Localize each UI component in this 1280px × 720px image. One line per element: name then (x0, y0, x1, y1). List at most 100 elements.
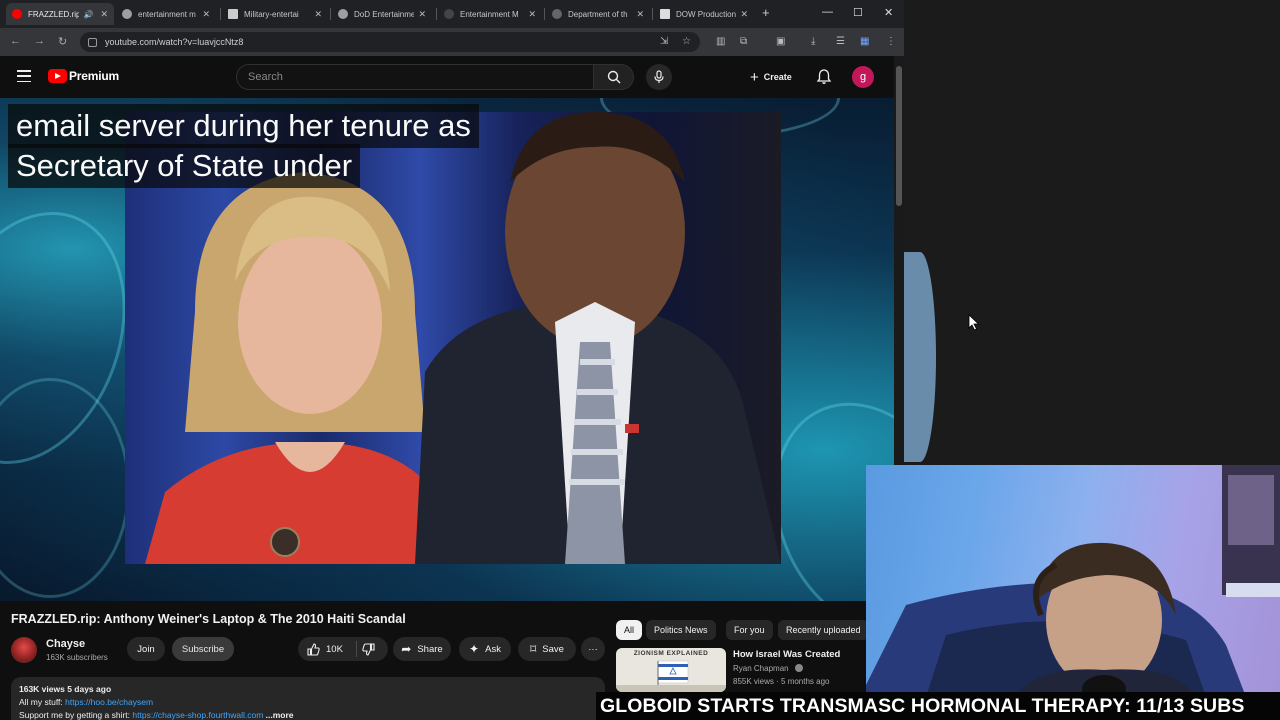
chip-all[interactable]: All (616, 620, 643, 640)
install-app-icon[interactable]: ⇲ (660, 36, 668, 47)
download-icon[interactable]: ⤓ (811, 36, 815, 47)
share-button[interactable]: ➦ Share (393, 637, 451, 661)
search-input[interactable] (248, 71, 593, 83)
hoobe-link[interactable]: https://hoo.be/chaysem (65, 697, 153, 707)
trash-extension-icon[interactable]: ▥ (716, 36, 725, 47)
youtube-header: Premium + Create (0, 56, 904, 98)
tab-close-icon[interactable]: ✕ (418, 9, 426, 20)
chip-recently-uploaded[interactable]: Recently uploaded (778, 620, 869, 640)
chip-for-you[interactable]: For you (726, 620, 773, 640)
video-title: FRAZZLED.rip: Anthony Weiner's Laptop & … (11, 612, 406, 626)
tab-department[interactable]: Department of th ✕ (546, 3, 650, 25)
tab-entertainment-media[interactable]: Entertainment M ✕ (438, 3, 542, 25)
tab-dod-entertainment[interactable]: DoD Entertainme ✕ (332, 3, 432, 25)
video-player[interactable]: email server during her tenure as Secret… (0, 98, 894, 601)
site-info-icon[interactable] (88, 37, 97, 47)
sparkle-icon: ✦ (469, 642, 480, 656)
globe-favicon-icon (338, 9, 348, 19)
browser-menu-icon[interactable]: ⋮ (886, 36, 896, 47)
save-button[interactable]: ⌑ Save (518, 637, 576, 661)
audio-icon[interactable]: 🔊 (83, 10, 93, 19)
mouse-cursor-icon (968, 314, 980, 331)
like-count: 10K (326, 643, 343, 655)
description-box[interactable]: 163K views 5 days ago All my stuff: http… (11, 677, 605, 720)
recommendation-thumbnail[interactable]: ZIONISM EXPLAINED (616, 648, 726, 692)
document-favicon-icon (660, 9, 670, 19)
ask-button[interactable]: ✦ Ask (459, 637, 511, 661)
tab-close-icon[interactable]: ✕ (740, 9, 748, 20)
new-tab-button[interactable]: + (762, 5, 770, 20)
back-icon[interactable]: ← (10, 35, 21, 47)
menu-icon[interactable] (17, 70, 31, 82)
share-icon: ➦ (401, 642, 412, 656)
tab-separator (544, 8, 545, 20)
description-line-links: All my stuff: https://hoo.be/chaysem (19, 697, 154, 707)
scrollbar-thumb[interactable] (896, 66, 902, 206)
tab-dow-production[interactable]: DOW Production ✕ (654, 3, 754, 25)
tab-entertainment[interactable]: entertainment m ✕ (116, 3, 216, 25)
tab-close-icon[interactable]: ✕ (314, 9, 322, 20)
forward-icon[interactable]: → (34, 35, 45, 47)
bookmark-star-icon[interactable]: ☆ (682, 36, 691, 47)
tab-military-entertainment[interactable]: Military-entertai ✕ (222, 3, 328, 25)
profile-extension-icon[interactable]: ▦ (860, 36, 869, 47)
thumbs-down-icon (362, 643, 375, 656)
tab-strip: FRAZZLED.rip 🔊 ✕ entertainment m ✕ Milit… (0, 0, 904, 28)
reload-icon[interactable]: ↻ (58, 35, 67, 48)
youtube-play-icon (48, 69, 67, 83)
chip-politics-news[interactable]: Politics News (646, 620, 716, 640)
tab-frazzled[interactable]: FRAZZLED.rip 🔊 ✕ (6, 3, 114, 25)
recommendation-channel[interactable]: Ryan Chapman (733, 664, 803, 673)
search-icon (607, 70, 620, 84)
extensions-icon[interactable]: ⧉ (740, 36, 747, 47)
channel-name[interactable]: Chayse (46, 638, 85, 650)
site-favicon-icon (552, 9, 562, 19)
recommendation-title[interactable]: How Israel Was Created (733, 649, 840, 660)
streamer-webcam-illustration (866, 465, 1280, 697)
maximize-button[interactable]: ☐ (853, 6, 863, 19)
search-box[interactable] (236, 64, 594, 90)
tab-close-icon[interactable]: ✕ (100, 9, 108, 20)
verified-icon (794, 664, 803, 672)
youtube-favicon-icon (12, 9, 22, 19)
media-control-icon[interactable]: ☰ (836, 36, 845, 47)
background-swirl (0, 378, 130, 598)
site-favicon-icon (444, 9, 454, 19)
shop-link[interactable]: https://chayse-shop.fourthwall.com (132, 710, 263, 720)
microphone-icon (654, 70, 664, 83)
join-button[interactable]: Join (127, 637, 165, 661)
tab-close-icon[interactable]: ✕ (202, 9, 210, 20)
address-bar[interactable]: youtube.com/watch?v=luavjccNtz8 (80, 32, 700, 52)
tab-close-icon[interactable]: ✕ (528, 9, 536, 20)
create-button[interactable]: + Create (742, 65, 800, 89)
bookmark-icon: ⌑ (530, 642, 537, 656)
tab-close-icon[interactable]: ✕ (636, 9, 644, 20)
close-window-button[interactable]: ✕ (884, 6, 893, 19)
youtube-logo[interactable]: Premium (48, 69, 119, 83)
browser-window: FRAZZLED.rip 🔊 ✕ entertainment m ✕ Milit… (0, 0, 904, 720)
tab-separator (330, 8, 331, 20)
subscribe-button[interactable]: Subscribe (172, 637, 234, 661)
voice-search-button[interactable] (646, 64, 672, 90)
subscriber-count: 163K subscribers (46, 653, 108, 662)
show-more-button[interactable]: ...more (263, 710, 294, 720)
more-actions-button[interactable]: ··· (581, 637, 605, 661)
dislike-button[interactable] (362, 643, 375, 661)
like-button[interactable]: 10K (307, 642, 343, 656)
plus-icon: + (750, 68, 759, 86)
url-text[interactable]: youtube.com/watch?v=luavjccNtz8 (105, 37, 243, 47)
like-divider (356, 641, 357, 657)
account-avatar[interactable]: g (852, 66, 874, 88)
wikipedia-favicon-icon (228, 9, 238, 19)
thumbs-up-icon (307, 642, 320, 656)
notifications-bell-icon[interactable] (816, 68, 832, 90)
channel-avatar[interactable] (11, 637, 37, 663)
tab-separator (652, 8, 653, 20)
browser-toolbar: ← → ↻ youtube.com/watch?v=luavjccNtz8 ⇲ … (0, 28, 904, 56)
search-button[interactable] (594, 64, 634, 90)
screenshot-icon[interactable]: ▣ (776, 36, 785, 47)
tab-separator (436, 8, 437, 20)
flag-illustration (616, 660, 726, 692)
minimize-button[interactable]: — (822, 6, 833, 18)
recommendation-meta: 855K views · 5 months ago (733, 677, 830, 686)
